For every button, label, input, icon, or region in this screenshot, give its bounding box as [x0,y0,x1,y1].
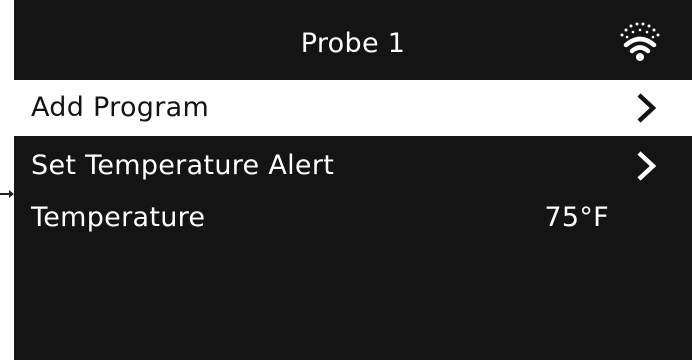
menu-item-add-program[interactable]: Add Program [14,80,692,136]
device-screen: Probe 1 Add Program Set Temperature Aler… [14,0,692,360]
menu-item-label: Set Temperature Alert [31,150,335,181]
menu-item-label: Temperature [31,202,206,233]
title-bar: Probe 1 [14,0,692,80]
chevron-right-icon [637,151,657,181]
pointer-arrow-icon [0,190,14,198]
menu-item-label: Add Program [31,92,210,123]
page-title: Probe 1 [300,28,406,59]
menu-item-set-temperature-alert[interactable]: Set Temperature Alert [14,138,692,194]
temperature-value: 75°F [544,202,609,233]
wifi-icon [620,22,660,61]
chevron-right-icon [637,93,657,123]
menu-item-temperature[interactable]: Temperature 75°F [14,190,692,246]
